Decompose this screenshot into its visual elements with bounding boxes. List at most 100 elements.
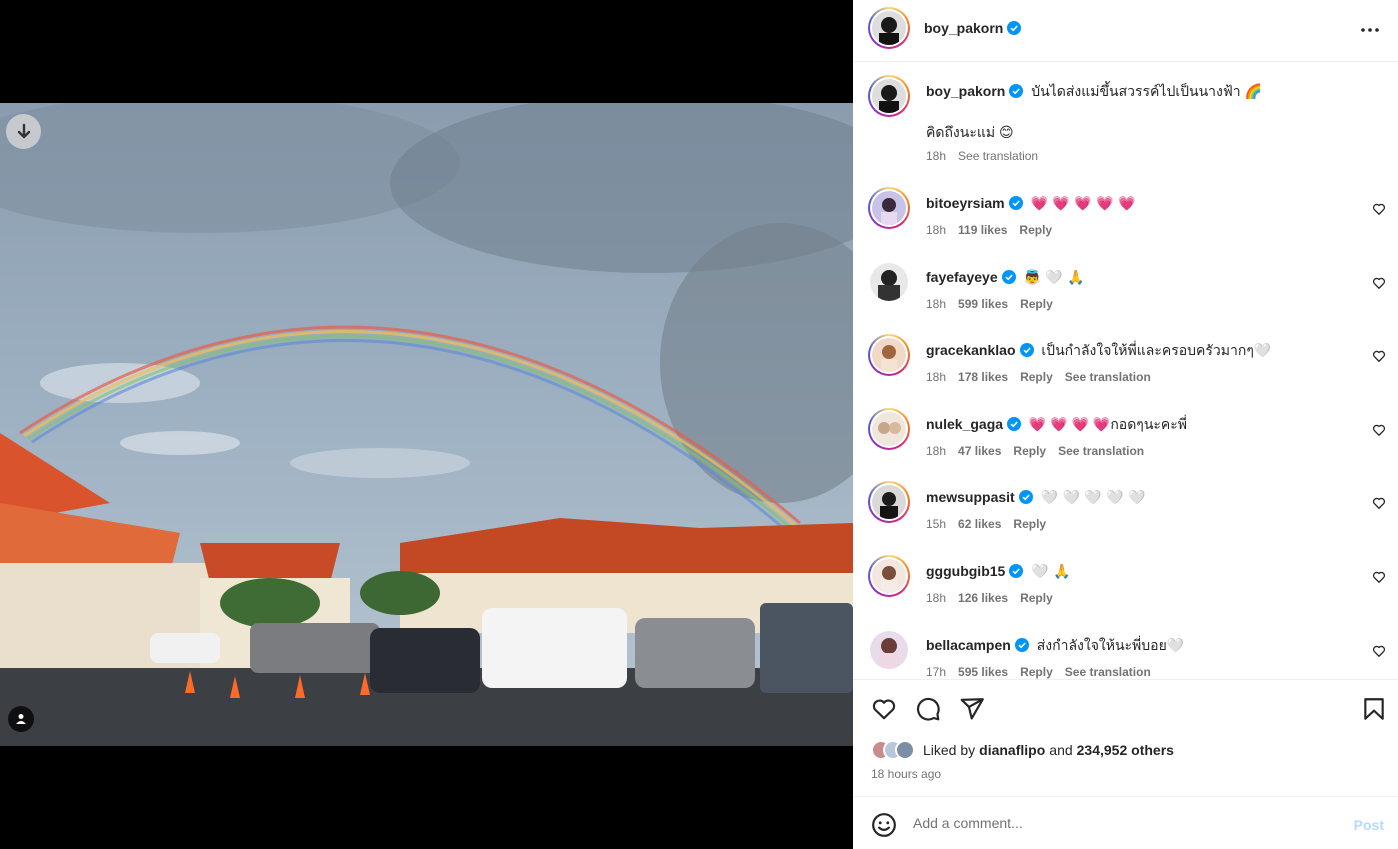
comment-item: nulek_gaga 💗 💗 💗 💗กอดๆนะคะพี่ 18h 47 like… [853, 408, 1398, 478]
comment-text: 👼 🤍 🙏 [1023, 270, 1085, 286]
see-translation-button[interactable]: See translation [1058, 444, 1144, 458]
comment-likes[interactable]: 178 likes [958, 370, 1008, 384]
comment-likes[interactable]: 119 likes [958, 223, 1007, 237]
comment-text: เป็นกำลังใจให้พี่และครอบครัวมากๆ🤍 [1041, 342, 1272, 358]
comment-time[interactable]: 15h [926, 517, 946, 531]
author-username[interactable]: boy_pakorn [924, 20, 1003, 36]
comment-username[interactable]: nulek_gaga [926, 416, 1003, 432]
comment-like-heart-icon[interactable] [1372, 349, 1386, 363]
user-tag-icon [16, 714, 26, 724]
comment-time[interactable]: 17h [926, 665, 946, 679]
verified-badge-icon [1007, 417, 1022, 431]
comment-username[interactable]: gracekanklao [926, 342, 1016, 358]
comment-meta: 18h 126 likes Reply [926, 591, 1065, 605]
liked-by-others[interactable]: 234,952 others [1077, 742, 1174, 758]
comment-like-heart-icon[interactable] [1372, 570, 1386, 584]
comment-text: 🤍 🤍 🤍 🤍 🤍 [1040, 490, 1146, 506]
comment-likes[interactable]: 595 likes [958, 665, 1008, 679]
reply-button[interactable]: Reply [1019, 223, 1052, 237]
comment-time[interactable]: 18h [926, 370, 946, 384]
caption-text: บันไดส่งแม่ขึ้นสวรรค์ไปเป็นนางฟ้า 🌈 [1031, 83, 1262, 99]
comment-meta: 15h 62 likes Reply [926, 517, 1058, 531]
likes-summary: Liked by dianaflipo and 234,952 others [871, 740, 1174, 760]
comment-meta: 18h 599 likes Reply [926, 297, 1065, 311]
author-avatar[interactable] [868, 7, 910, 49]
comment-username[interactable]: mewsuppasit [926, 489, 1015, 505]
reply-button[interactable]: Reply [1020, 591, 1053, 605]
comment-like-heart-icon[interactable] [1372, 202, 1386, 216]
post-detail-panel: boy_pakorn boy_pakorn บันไดส่งแม่ขึ้นสวร… [853, 0, 1398, 849]
comment-username[interactable]: gggubgib15 [926, 563, 1005, 579]
comment-username[interactable]: bitoeyrsiam [926, 195, 1005, 211]
reply-button[interactable]: Reply [1013, 517, 1046, 531]
comment-text-line: gggubgib15 🤍 🙏 [926, 562, 1074, 581]
caption-avatar[interactable] [868, 75, 910, 117]
comment-likes[interactable]: 599 likes [958, 297, 1008, 311]
comment-text: 🤍 🙏 [1031, 564, 1071, 580]
comment-input[interactable] [913, 811, 1333, 835]
comment-item: mewsuppasit 🤍 🤍 🤍 🤍 🤍 15h 62 likes Reply [853, 481, 1398, 551]
caption-line-2: คิดถึงนะแม่ 😊 [926, 124, 1014, 140]
commenter-avatar[interactable] [868, 187, 910, 229]
comment-like-heart-icon[interactable] [1372, 644, 1386, 658]
comment-item: gracekanklao เป็นกำลังใจให้พี่และครอบครั… [853, 334, 1398, 404]
reply-button[interactable]: Reply [1020, 370, 1053, 384]
comment-time[interactable]: 18h [926, 223, 946, 237]
liked-by-avatars [871, 740, 915, 760]
caption-username[interactable]: boy_pakorn [926, 83, 1005, 99]
comment-text: ส่งกำลังใจให้นะพี่บอย🤍 [1036, 637, 1185, 653]
comment-like-heart-icon[interactable] [1372, 496, 1386, 510]
emoji-icon[interactable] [871, 812, 897, 838]
comments-list[interactable]: boy_pakorn บันไดส่งแม่ขึ้นสวรรค์ไปเป็นนา… [853, 63, 1398, 679]
caption-line-1: boy_pakorn บันไดส่งแม่ขึ้นสวรรค์ไปเป็นนา… [926, 82, 1262, 100]
caption-time[interactable]: 18h [926, 149, 946, 163]
post-comment-button[interactable]: Post [1354, 817, 1384, 833]
comment-username[interactable]: bellacampen [926, 637, 1011, 653]
tagged-users-button[interactable] [8, 706, 34, 732]
commenter-avatar[interactable] [868, 408, 910, 450]
comment-text-line: mewsuppasit 🤍 🤍 🤍 🤍 🤍 [926, 488, 1149, 507]
header-username-block: boy_pakorn [924, 20, 1022, 38]
comment-like-heart-icon[interactable] [1372, 276, 1386, 290]
reply-button[interactable]: Reply [1020, 665, 1053, 679]
avatar [895, 740, 915, 760]
commenter-avatar[interactable] [870, 631, 908, 669]
send-icon[interactable] [959, 696, 985, 722]
commenter-avatar[interactable] [868, 334, 910, 376]
comment-text-line: nulek_gaga 💗 💗 💗 💗กอดๆนะคะพี่ [926, 415, 1187, 433]
see-translation-button[interactable]: See translation [1065, 665, 1151, 679]
post-header: boy_pakorn [853, 0, 1398, 62]
comment-text-line: bellacampen ส่งกำลังใจให้นะพี่บอย🤍 [926, 636, 1184, 654]
comment-meta: 18h 178 likes Reply See translation [926, 370, 1163, 384]
comment-time[interactable]: 18h [926, 591, 946, 605]
bookmark-icon[interactable] [1361, 696, 1387, 722]
comment-composer: Post [853, 796, 1398, 849]
comment-likes[interactable]: 62 likes [958, 517, 1001, 531]
verified-badge-icon [1018, 490, 1033, 504]
comment-item: gggubgib15 🤍 🙏 18h 126 likes Reply [853, 555, 1398, 625]
download-button[interactable] [6, 114, 41, 149]
comment-like-heart-icon[interactable] [1372, 423, 1386, 437]
commenter-avatar[interactable] [868, 555, 910, 597]
comment-likes[interactable]: 47 likes [958, 444, 1001, 458]
commenter-avatar[interactable] [868, 481, 910, 523]
caption-see-translation-button[interactable]: See translation [958, 149, 1038, 163]
caption-meta: 18h See translation [926, 149, 1050, 163]
post-timestamp[interactable]: 18 hours ago [871, 767, 941, 781]
comment-likes[interactable]: 126 likes [958, 591, 1008, 605]
reply-button[interactable]: Reply [1013, 444, 1046, 458]
verified-badge-icon [1019, 343, 1034, 357]
heart-icon[interactable] [871, 696, 897, 722]
comment-username[interactable]: fayefayeye [926, 269, 998, 285]
comment-icon[interactable] [915, 696, 941, 722]
post-caption: boy_pakorn บันไดส่งแม่ขึ้นสวรรค์ไปเป็นนา… [853, 75, 1398, 175]
reply-button[interactable]: Reply [1020, 297, 1053, 311]
liked-by-user[interactable]: dianaflipo [979, 742, 1045, 758]
see-translation-button[interactable]: See translation [1065, 370, 1151, 384]
comment-time[interactable]: 18h [926, 297, 946, 311]
comment-text-line: fayefayeye 👼 🤍 🙏 [926, 268, 1088, 287]
more-options-icon[interactable] [1358, 18, 1382, 42]
post-photo[interactable] [0, 103, 853, 746]
commenter-avatar[interactable] [870, 263, 908, 301]
comment-time[interactable]: 18h [926, 444, 946, 458]
